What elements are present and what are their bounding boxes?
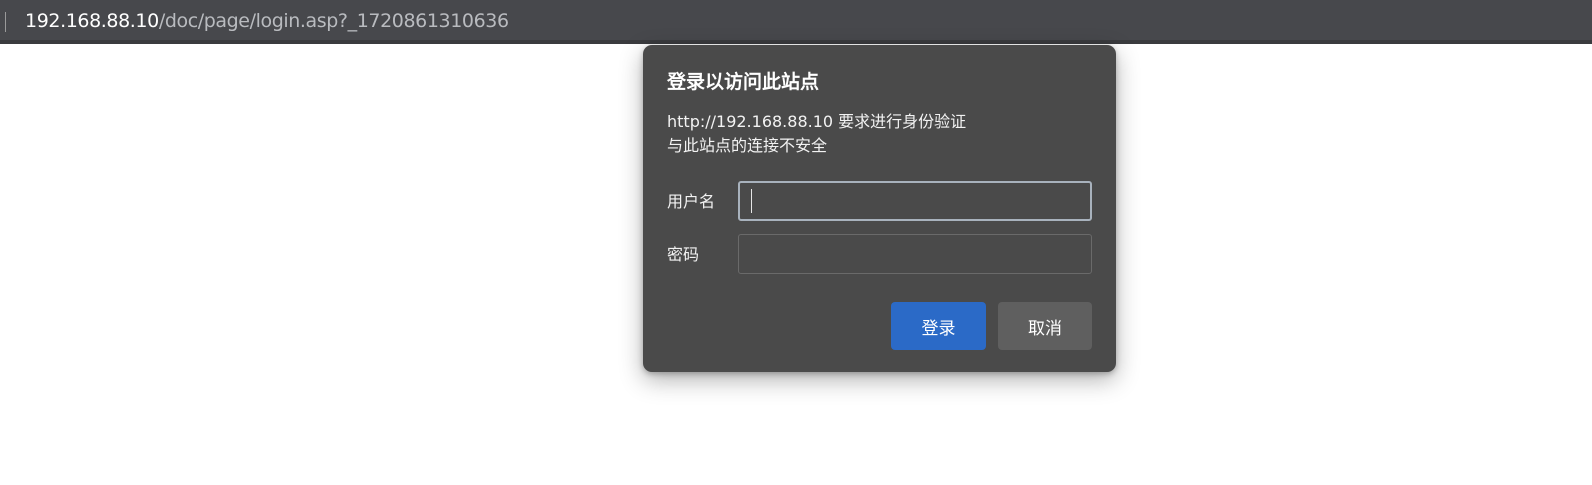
password-label: 密码 xyxy=(667,245,700,264)
address-bar[interactable]: 192.168.88.10/doc/page/login.asp?_172086… xyxy=(0,0,1592,44)
auth-dialog: 登录以访问此站点 http://192.168.88.10 要求进行身份验证 与… xyxy=(643,45,1116,372)
url-path: /doc/page/login.asp?_1720861310636 xyxy=(158,10,509,32)
cancel-button[interactable]: 取消 xyxy=(998,302,1092,350)
url-host: 192.168.88.10 xyxy=(25,10,159,32)
address-bar-divider xyxy=(5,12,6,32)
dialog-message-insecure: 与此站点的连接不安全 xyxy=(667,136,828,155)
text-caret xyxy=(751,189,752,213)
url-text[interactable]: 192.168.88.10/doc/page/login.asp?_172086… xyxy=(25,9,509,33)
username-label: 用户名 xyxy=(667,192,716,211)
username-input[interactable] xyxy=(738,181,1092,221)
password-input[interactable] xyxy=(738,234,1092,274)
dialog-message-auth: http://192.168.88.10 要求进行身份验证 xyxy=(667,112,967,131)
dialog-title: 登录以访问此站点 xyxy=(667,71,820,93)
login-button[interactable]: 登录 xyxy=(891,302,986,350)
